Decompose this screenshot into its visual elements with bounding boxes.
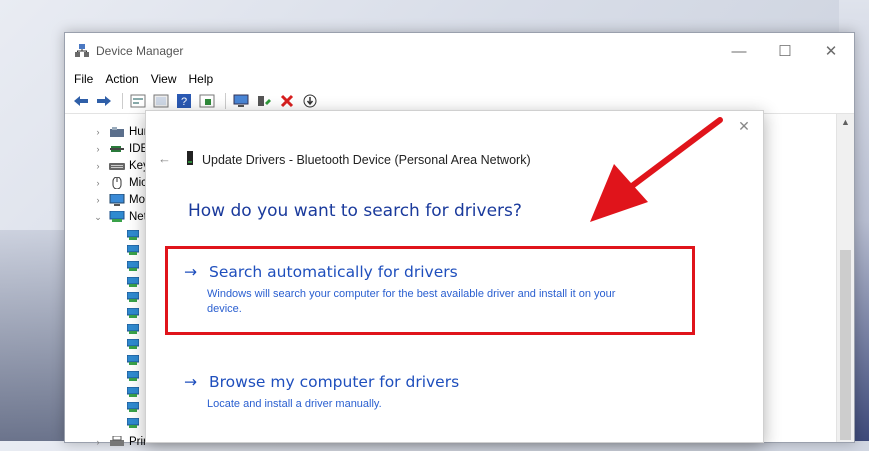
network-adapter-icon (126, 291, 140, 303)
tree-item[interactable]: › Prir (93, 434, 147, 450)
toolbar-divider (122, 93, 123, 109)
network-adapter-item[interactable] (126, 400, 140, 416)
computer-icon[interactable] (231, 92, 251, 110)
menu-action[interactable]: Action (105, 72, 138, 86)
properties-icon[interactable] (128, 92, 148, 110)
chevron-right-icon[interactable]: › (93, 437, 103, 447)
network-adapter-item[interactable] (126, 368, 140, 384)
minimize-button[interactable]: — (716, 33, 762, 69)
chevron-right-icon[interactable]: › (93, 195, 103, 205)
network-adapter-item[interactable] (126, 353, 140, 369)
svg-text:?: ? (181, 96, 187, 108)
details-icon[interactable] (197, 92, 217, 110)
menu-file[interactable]: File (74, 72, 93, 86)
browse-computer-option[interactable]: → Browse my computer for drivers Locate … (184, 373, 647, 412)
update-driver-icon[interactable] (254, 92, 274, 110)
option-title[interactable]: Browse my computer for drivers (209, 373, 459, 391)
scroll-up-icon[interactable]: ▲ (837, 114, 854, 131)
network-adapter-item[interactable] (126, 415, 140, 431)
network-adapter-item[interactable] (126, 258, 140, 274)
network-adapter-item[interactable] (126, 384, 140, 400)
network-adapter-icon (126, 386, 140, 398)
dialog-header: Update Drivers - Bluetooth Device (Perso… (186, 151, 531, 168)
chevron-right-icon[interactable]: › (93, 127, 103, 137)
toolbar-divider (225, 93, 226, 109)
option-description: Locate and install a driver manually. (207, 398, 382, 410)
network-adapter-icon (126, 276, 140, 288)
menu-bar: File Action View Help (65, 69, 854, 89)
menu-view[interactable]: View (151, 72, 177, 86)
network-adapter-icon (126, 307, 140, 319)
network-adapter-item[interactable] (126, 306, 140, 322)
chevron-right-icon[interactable]: › (93, 161, 103, 171)
close-button[interactable]: ✕ (808, 33, 854, 69)
network-adapter-icon (126, 323, 140, 335)
view-icon[interactable] (151, 92, 171, 110)
tree-item[interactable]: › Mic (93, 175, 147, 191)
arrow-right-icon: → (184, 373, 197, 391)
network-adapter-item[interactable] (126, 290, 140, 306)
tree-item[interactable]: ⌄ Net (93, 209, 147, 225)
network-adapter-item[interactable] (126, 243, 140, 259)
dialog-question: How do you want to search for drivers? (188, 201, 522, 221)
chevron-right-icon[interactable]: › (93, 178, 103, 188)
chevron-right-icon[interactable]: › (93, 144, 103, 154)
annotation-arrow-icon (590, 117, 723, 222)
network-adapter-item[interactable] (126, 337, 140, 353)
tree-item[interactable]: › Key (93, 158, 149, 174)
tree-item-label: Mo (129, 194, 145, 206)
network-adapter-icon (126, 401, 140, 413)
network-adapter-icon (126, 244, 140, 256)
network-adapter-icon (126, 417, 140, 429)
bluetooth-device-icon (186, 151, 194, 168)
network-adapter-icon (109, 210, 125, 223)
dialog-title: Update Drivers - Bluetooth Device (Perso… (202, 152, 531, 167)
maximize-button[interactable]: ☐ (762, 33, 808, 69)
title-bar: Device Manager — ☐ ✕ (65, 33, 854, 69)
mouse-icon (109, 176, 125, 190)
hid-device-icon (109, 126, 125, 138)
window-title: Device Manager (96, 44, 184, 58)
chevron-down-icon[interactable]: ⌄ (93, 212, 103, 223)
keyboard-icon (109, 160, 125, 172)
vertical-scrollbar[interactable]: ▲ (836, 114, 854, 442)
back-icon[interactable] (71, 92, 91, 110)
network-adapter-item[interactable] (126, 321, 140, 337)
monitor-icon (109, 193, 125, 206)
dialog-close-button[interactable]: ✕ (735, 117, 753, 135)
annotation-highlight-box (165, 246, 695, 335)
ide-controller-icon (109, 143, 125, 155)
tree-item[interactable]: › Mo (93, 192, 145, 208)
desktop-wallpaper-left (0, 230, 70, 441)
help-icon[interactable]: ? (174, 92, 194, 110)
disable-icon[interactable] (300, 92, 320, 110)
tree-item[interactable]: › IDE (93, 141, 149, 157)
network-adapter-icon (126, 354, 140, 366)
uninstall-icon[interactable] (277, 92, 297, 110)
network-adapter-icon (126, 260, 140, 272)
menu-help[interactable]: Help (189, 72, 214, 86)
scrollbar-thumb[interactable] (840, 250, 851, 440)
tree-item[interactable]: › Hur (93, 124, 148, 140)
device-manager-icon (74, 43, 90, 59)
network-adapter-item[interactable] (126, 274, 140, 290)
network-adapter-icon (126, 370, 140, 382)
dialog-back-button[interactable]: ← (158, 151, 171, 166)
network-adapter-item[interactable] (126, 227, 140, 243)
printer-icon (109, 435, 125, 448)
network-adapter-icon (126, 338, 140, 350)
network-adapter-icon (126, 229, 140, 241)
forward-icon[interactable] (94, 92, 114, 110)
